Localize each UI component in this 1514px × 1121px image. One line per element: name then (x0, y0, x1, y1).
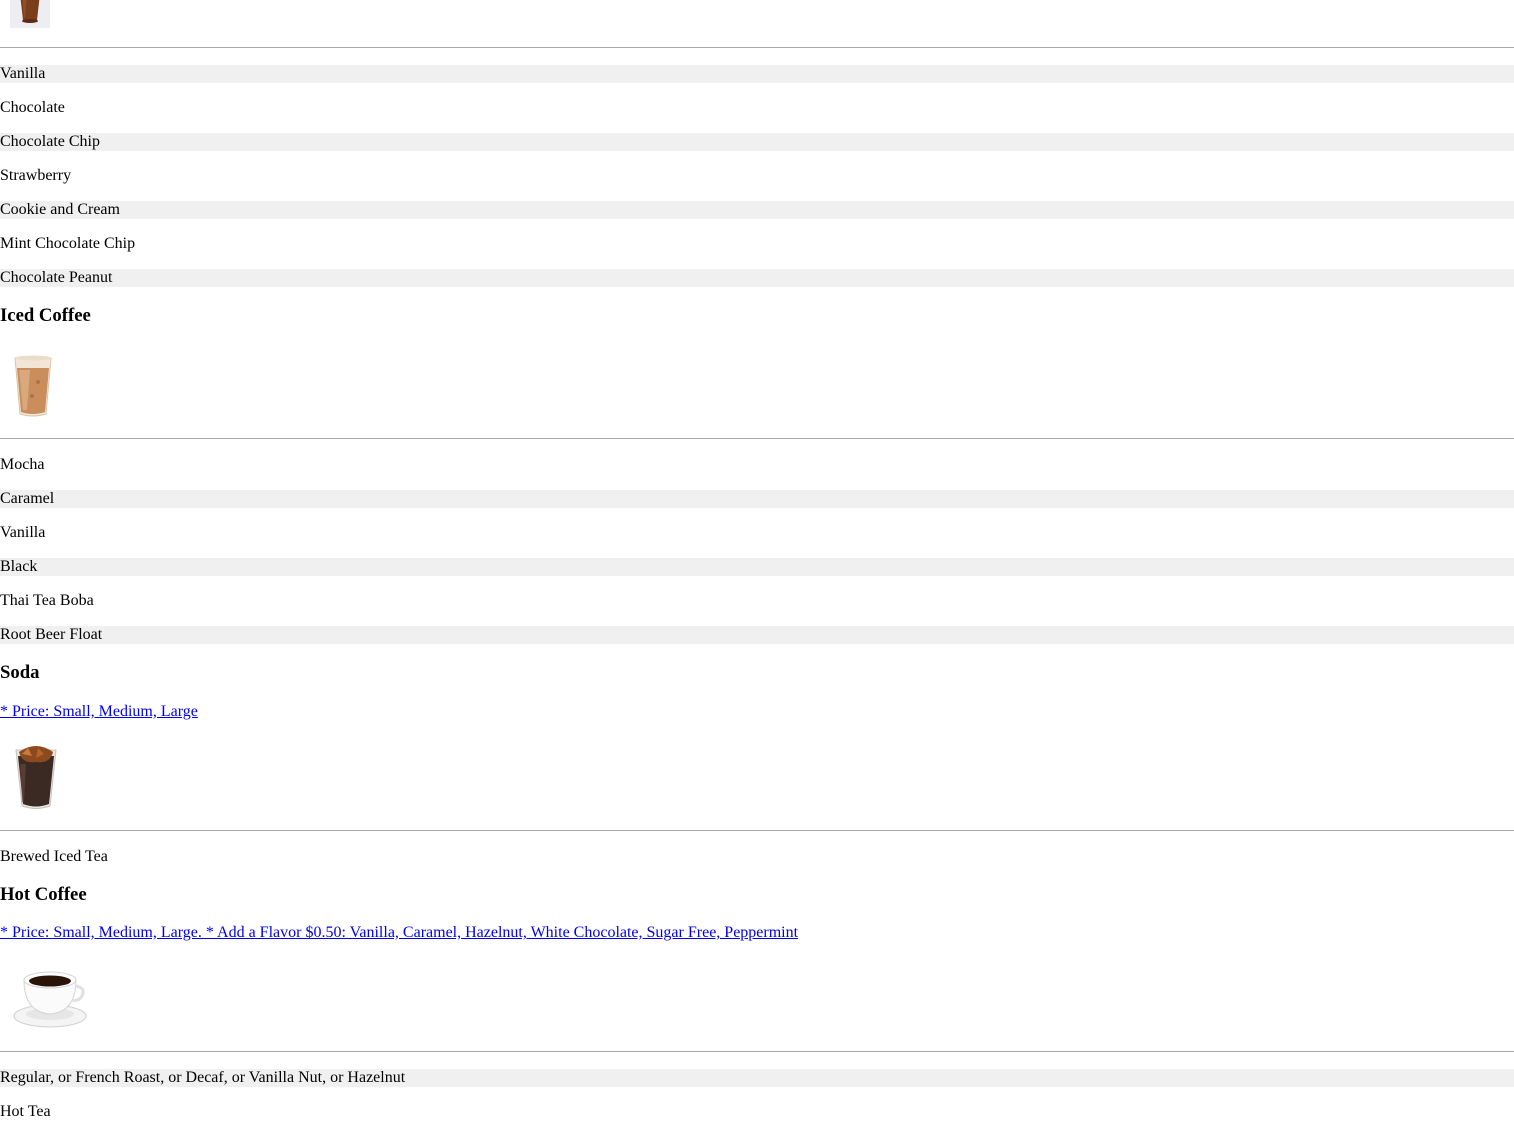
list-item: Caramel (0, 490, 1514, 508)
section-title-hot-coffee: Hot Coffee (0, 884, 87, 905)
section-divider (0, 830, 1514, 831)
coffee-cup-saucer-icon (12, 962, 88, 1030)
section-divider (0, 438, 1514, 439)
flavor-note-link[interactable]: * Price: Small, Medium, Large. * Add a F… (0, 924, 798, 942)
section-divider (0, 47, 1514, 48)
list-item: Thai Tea Boba (0, 592, 94, 609)
section-divider (0, 1051, 1514, 1052)
list-item: Chocolate Peanut (0, 269, 1514, 287)
list-item: Chocolate Chip (0, 133, 1514, 151)
list-item: Mocha (0, 456, 45, 473)
iced-coffee-cup-icon (10, 352, 56, 420)
list-item: Vanilla (0, 65, 1514, 83)
section-title-soda: Soda (0, 662, 40, 683)
list-item: Brewed Iced Tea (0, 848, 108, 865)
list-item: Cookie and Cream (0, 201, 1514, 219)
menu-page: Vanilla Chocolate Chocolate Chip Strawbe… (0, 0, 1514, 1121)
list-item: Hot Tea (0, 1103, 51, 1120)
section-title-iced-coffee: Iced Coffee (0, 305, 91, 326)
list-item: Regular, or French Roast, or Decaf, or V… (0, 1069, 1514, 1087)
list-item: Black (0, 558, 1514, 576)
list-item: Root Beer Float (0, 626, 1514, 644)
list-item: Chocolate (0, 99, 65, 116)
price-note-link[interactable]: * Price: Small, Medium, Large (0, 703, 198, 721)
list-item: Vanilla (0, 524, 46, 541)
list-item: Strawberry (0, 167, 72, 184)
list-item: Mint Chocolate Chip (0, 235, 136, 252)
milkshake-cup-icon (10, 0, 50, 28)
iced-tea-cup-icon (10, 742, 62, 812)
